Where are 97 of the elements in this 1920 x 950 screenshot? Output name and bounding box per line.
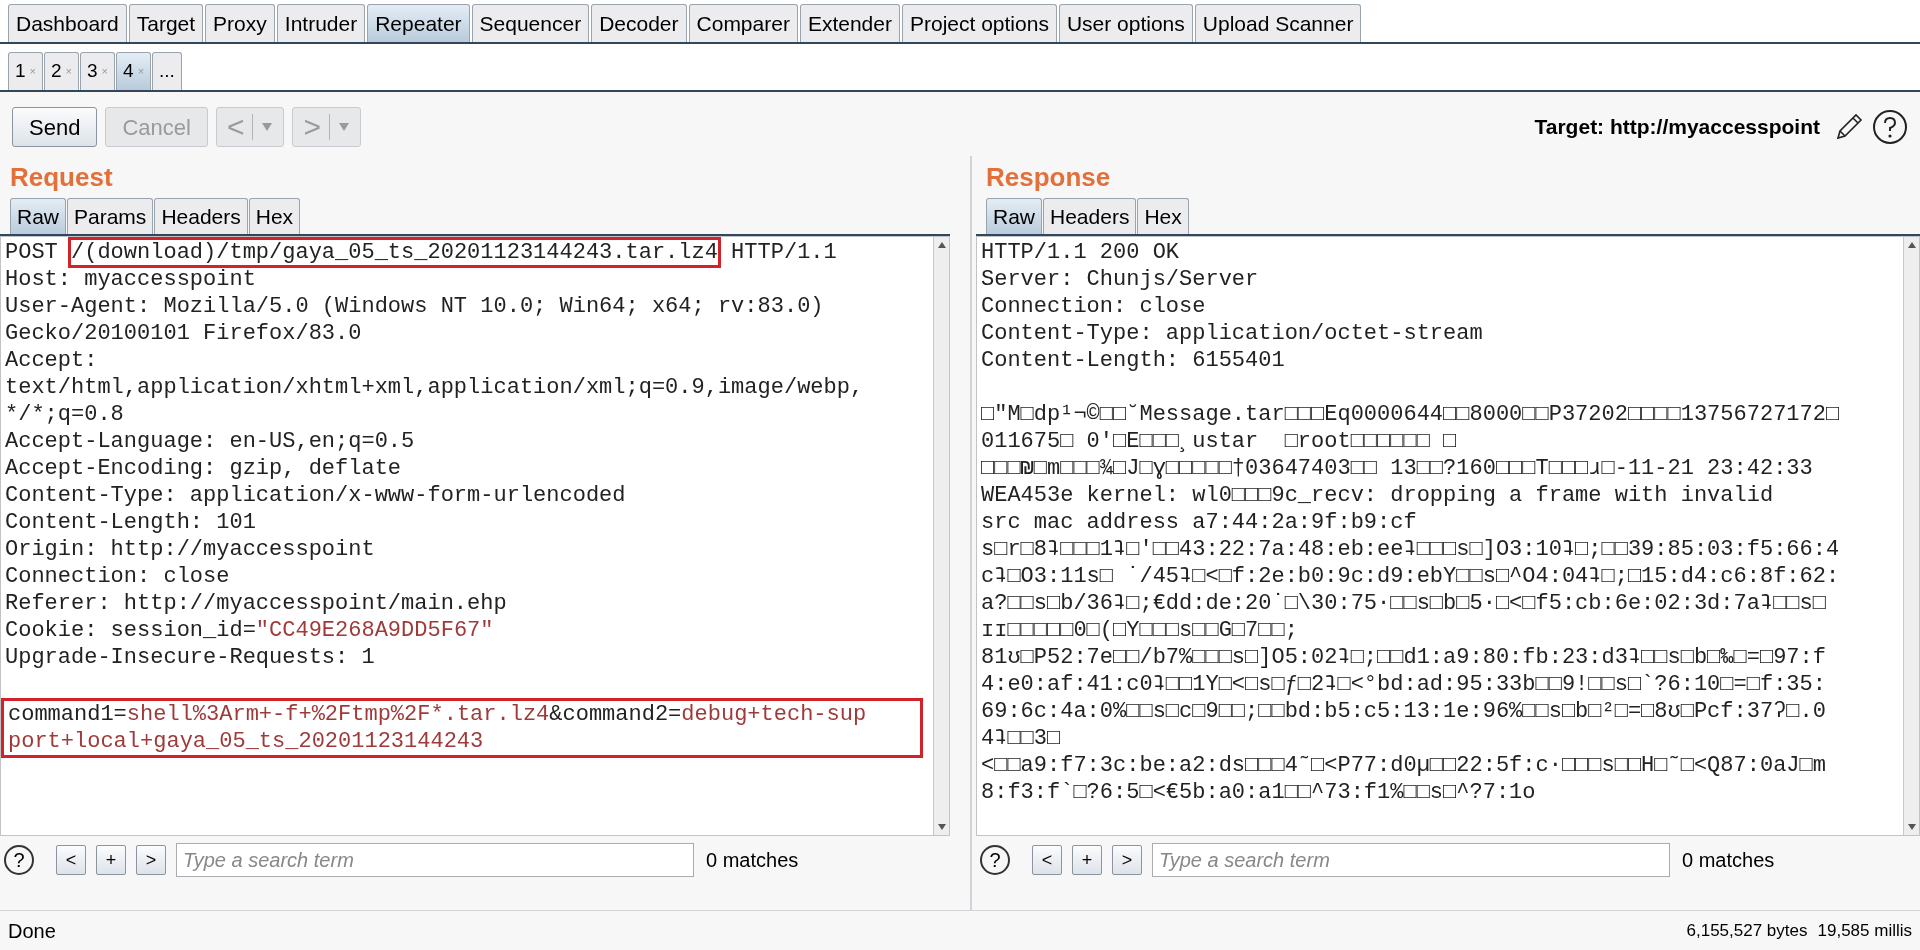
message-text: Accept-Language: en-US,en;q=0.5 bbox=[5, 429, 415, 454]
highlighted-path: /(download)/tmp/gaya_05_ts_20201123144243.tar.lz4 bbox=[71, 240, 718, 265]
caret-icon bbox=[337, 122, 350, 132]
parameter-value: debug+tech-sup bbox=[681, 702, 867, 727]
message-text: Server: Chunjs/Server bbox=[981, 267, 1259, 292]
message-text: ɪɪ□□□□□0□(□Y□□□s□□G□7□□; bbox=[981, 618, 1298, 643]
message-text: Origin: http://myaccesspoint bbox=[5, 537, 375, 562]
main-tab[interactable]: Decoder bbox=[591, 4, 687, 42]
message-text: Connection: close bbox=[5, 564, 230, 589]
scrollbar[interactable] bbox=[933, 237, 949, 835]
help-icon[interactable] bbox=[1872, 109, 1908, 145]
toolbar-button[interactable]: Send bbox=[12, 107, 98, 147]
match-count: 0 matches bbox=[1682, 848, 1775, 873]
message-text: <□□a9:f7:3c:be:a2:ds□□□4˜□<P77:d0µ□□22:5f:c·□□□s□□H□˜□<Q87:0aJ□m bbox=[981, 753, 1826, 778]
message-text: Content-Type: application/x-www-form-urlencoded bbox=[5, 483, 626, 508]
message-text: a?□□s□b/36ʇ□;€dd:de:20˙□\30:75·□□s□b□5·□<□f5:cb:6e:02:3d:7aʇ□□s□ bbox=[981, 591, 1826, 616]
message-text: User-Agent: Mozilla/5.0 (Windows NT 10.0; Win64; x64; rv:83.0) bbox=[5, 294, 824, 319]
message-text: s□r□8ʇ□□□1ʇ□'□□43:22:7a:48:eb:eeʇ□□□s□]O3:10ʇ□;□□39:85:03:f5:66:4 bbox=[981, 537, 1840, 562]
search-nav-button[interactable]: > bbox=[1112, 845, 1142, 875]
parameter-value: "CC49E268A9DD5F67" bbox=[255, 618, 494, 643]
message-text: Content-Length: 6155401 bbox=[981, 348, 1285, 373]
message-text: □□□₪□m□□□¾□J□ɣ□□□□□†03647403□□ 13□□?160□□□T□□□ɹ□-11-21 23:42:33 bbox=[981, 456, 1813, 481]
main-tab[interactable]: Proxy bbox=[205, 4, 275, 42]
request-tab[interactable]: 3 × bbox=[80, 52, 116, 90]
message-text: Gecko/20100101 Firefox/83.0 bbox=[5, 321, 362, 346]
main-tab[interactable]: Project options bbox=[901, 4, 1057, 42]
main-tab[interactable]: Target bbox=[128, 4, 204, 42]
pane-title: Response bbox=[985, 160, 1112, 194]
main-tab[interactable]: Comparer bbox=[688, 4, 798, 42]
parameter-value: shell%3Arm+-f+%2Ftmp%2F*.tar.lz4 bbox=[126, 702, 550, 727]
message-text: 011675□ 0'□E□□□¸ustar □root□□□□□□ □ bbox=[981, 429, 1457, 454]
message-text: */*;q=0.8 bbox=[5, 402, 124, 427]
search-field[interactable]: Type a search term bbox=[1152, 843, 1670, 877]
request-tab[interactable]: 4 × bbox=[116, 52, 152, 90]
response-time: 19,585 millis bbox=[1817, 919, 1912, 942]
message-text: 81ʊ□P52:7e□□/b7%□□□s□]O5:02ʇ□;□□d1:a9:80:fb:23:d3ʇ□□s□b□‰□=□97:f bbox=[981, 645, 1826, 670]
main-tab[interactable]: Upload Scanner bbox=[1194, 4, 1362, 42]
message-text: command1= bbox=[8, 702, 127, 727]
scroll-down-icon bbox=[936, 823, 947, 831]
message-text: src mac address a7:44:2a:9f:b9:cf bbox=[981, 510, 1417, 535]
message-text: Accept: bbox=[5, 348, 98, 373]
message-text: HTTP/1.1 bbox=[730, 240, 837, 265]
view-tab[interactable]: Params bbox=[67, 198, 154, 234]
main-tab[interactable]: Repeater bbox=[367, 4, 470, 42]
main-tab[interactable]: Intruder bbox=[276, 4, 366, 42]
message-text: POST bbox=[5, 240, 59, 265]
message-text: &command2= bbox=[549, 702, 682, 727]
message-text: cʇ□O3:11s□ ˙/45ʇ□<□f:2e:b0:9c:d9:ebY□□s□^O4:04ʇ□;□15:d4:c6:8f:62: bbox=[981, 564, 1840, 589]
message-text: Content-Length: 101 bbox=[5, 510, 256, 535]
search-nav-button[interactable]: > bbox=[136, 845, 166, 875]
message-text: Content-Type: application/octet-stream bbox=[981, 321, 1483, 346]
pane-title: Request bbox=[9, 160, 114, 194]
message-text: Host: myaccesspoint bbox=[5, 267, 256, 292]
view-tab[interactable]: Raw bbox=[986, 198, 1042, 234]
scroll-up-icon bbox=[1906, 241, 1917, 249]
message-text: 4ʇ□□3□ bbox=[981, 726, 1061, 751]
message-text: 4:e0:af:41:c0ʇ□□1Y□<□s□ƒ□2ʇ□<°bd:ad:95:33b□□9!□□s□`?6:10□=□f:35: bbox=[981, 672, 1826, 697]
search-nav-button[interactable]: < bbox=[1032, 845, 1062, 875]
help-button[interactable]: ? bbox=[980, 845, 1010, 875]
message-text: Upgrade-Insecure-Requests: 1 bbox=[5, 645, 375, 670]
scroll-up-icon bbox=[936, 241, 947, 249]
main-tab[interactable]: User options bbox=[1058, 4, 1193, 42]
match-count: 0 matches bbox=[706, 848, 799, 873]
search-nav-button[interactable]: + bbox=[96, 845, 126, 875]
status-message: Done bbox=[8, 918, 56, 944]
scroll-down-icon bbox=[1906, 823, 1917, 831]
message-text: □"M□dp¹¬©□□˘Message.tar□□□Eq0000644□□8000□□P37202□□□□13756727172□ bbox=[981, 402, 1840, 427]
main-tab[interactable]: Extender bbox=[799, 4, 900, 42]
target-label: Target: http://myaccesspoint bbox=[1534, 114, 1820, 141]
message-text: Accept-Encoding: gzip, deflate bbox=[5, 456, 402, 481]
view-tab[interactable]: Raw bbox=[10, 198, 66, 234]
search-nav-button[interactable]: + bbox=[1072, 845, 1102, 875]
main-tab[interactable]: Sequencer bbox=[471, 4, 590, 42]
message-text: WEA453e kernel: wl0□□□9c_recv: dropping a frame with invalid bbox=[981, 483, 1774, 508]
message-text: 69:6c:4a:0%□□s□c□9□□;□□bd:b5:c5:13:1e:96%□□s□b□²□=□8ʊ□Pcf:37ʔ□.0 bbox=[981, 699, 1826, 724]
scrollbar[interactable] bbox=[1903, 237, 1919, 835]
message-text: HTTP/1.1 200 OK bbox=[981, 240, 1180, 265]
view-tab[interactable]: Hex bbox=[248, 198, 301, 234]
message-text: Referer: http://myaccesspoint/main.ehp bbox=[5, 591, 507, 616]
byte-count: 6,155,527 bytes bbox=[1686, 919, 1808, 942]
request-tab[interactable]: ... bbox=[152, 52, 182, 90]
request-tab[interactable]: 2 × bbox=[44, 52, 80, 90]
message-text: text/html,application/xhtml+xml,application/xml;q=0.9,image/webp, bbox=[5, 375, 864, 400]
search-nav-button[interactable]: < bbox=[56, 845, 86, 875]
parameter-value: port+local+gaya_05_ts_20201123144243 bbox=[8, 729, 484, 754]
help-button[interactable]: ? bbox=[4, 845, 34, 875]
view-tab[interactable]: Hex bbox=[1137, 198, 1189, 234]
view-tab[interactable]: Headers bbox=[1043, 198, 1137, 234]
search-field[interactable]: Type a search term bbox=[176, 843, 694, 877]
message-text: Connection: close bbox=[981, 294, 1206, 319]
caret-icon bbox=[261, 122, 274, 132]
pencil-icon[interactable] bbox=[1834, 112, 1864, 142]
message-text: Cookie: session_id= bbox=[5, 618, 256, 643]
request-tab[interactable]: 1 × bbox=[8, 52, 43, 90]
main-tab[interactable]: Dashboard bbox=[8, 4, 127, 42]
view-tab[interactable]: Headers bbox=[154, 198, 248, 234]
message-text: 8:f3:f`□?6:5□<€5b:a0:a1□□^73:f1%□□s□^?7:1o bbox=[981, 780, 1536, 805]
